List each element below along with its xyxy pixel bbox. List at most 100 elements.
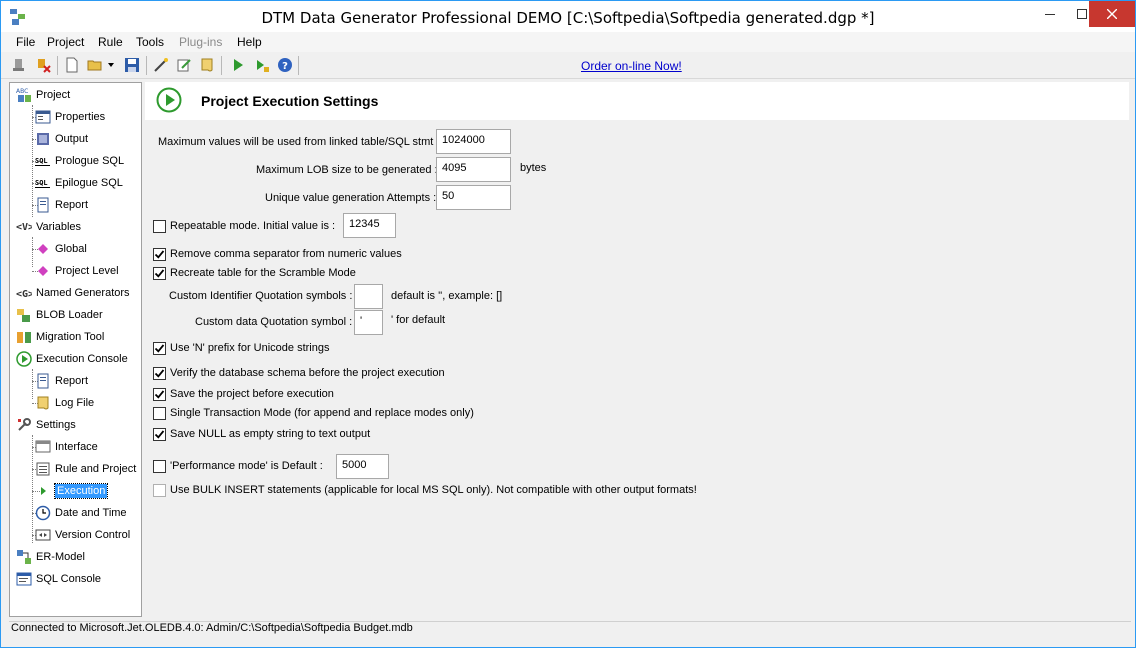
er-model-icon — [15, 549, 32, 566]
edit-icon[interactable] — [175, 56, 193, 74]
tree-item-properties[interactable]: Properties — [34, 107, 105, 127]
tree-item-output[interactable]: Output — [34, 129, 88, 149]
script-icon[interactable] — [198, 56, 216, 74]
tree-item-named-generators[interactable]: <G> Named Generators — [15, 283, 130, 303]
tree-item-rule-and-project[interactable]: Rule and Project — [34, 459, 136, 479]
tree-item-execution-console[interactable]: Execution Console — [15, 349, 128, 369]
max-values-input[interactable]: 1024000 — [436, 129, 511, 154]
ident-quote-input[interactable] — [354, 284, 383, 309]
tree-item-log-file[interactable]: Log File — [34, 393, 94, 413]
checkmark-icon[interactable] — [153, 266, 166, 280]
panel-header: Project Execution Settings — [145, 82, 1129, 120]
run-step-icon[interactable] — [253, 56, 271, 74]
tree-item-interface[interactable]: Interface — [34, 437, 98, 457]
remove-comma-checkbox[interactable]: Remove comma separator from numeric valu… — [153, 246, 402, 262]
tree-item-settings[interactable]: Settings — [15, 415, 76, 435]
navigation-tree[interactable]: ABC Project Properties Output SQL Prolog… — [9, 82, 142, 617]
tree-item-report[interactable]: Report — [34, 195, 88, 215]
tree-item-date-and-time[interactable]: Date and Time — [34, 503, 127, 523]
save-before-checkbox[interactable]: Save the project before execution — [153, 386, 334, 402]
settings-icon — [15, 417, 32, 434]
close-button[interactable] — [1089, 1, 1135, 27]
data-quote-input[interactable]: ' — [354, 310, 383, 335]
variables-icon: <V> — [15, 219, 32, 236]
tree-item-project[interactable]: ABC Project — [15, 85, 70, 105]
repeatable-mode-check[interactable] — [153, 219, 166, 233]
performance-mode-checkbox[interactable]: 'Performance mode' is Default : — [153, 458, 323, 474]
max-lob-input[interactable]: 4095 — [436, 157, 511, 182]
bulk-insert-checkbox: Use BULK INSERT statements (applicable f… — [153, 482, 697, 498]
help-icon[interactable]: ? — [276, 56, 294, 74]
bytes-unit-label: bytes — [520, 162, 547, 174]
version-icon — [34, 527, 51, 544]
tree-item-project-level[interactable]: Project Level — [34, 261, 119, 281]
report-icon — [34, 197, 51, 214]
app-window: DTM Data Generator Professional DEMO [C:… — [0, 0, 1136, 648]
tree-item-prologue-sql[interactable]: SQL Prologue SQL — [34, 151, 124, 171]
open-folder-icon[interactable] — [86, 56, 104, 74]
run-icon[interactable] — [229, 56, 247, 74]
n-prefix-checkbox[interactable]: Use 'N' prefix for Unicode strings — [153, 340, 329, 356]
ident-quote-hint: default is '', example: [] — [391, 290, 503, 302]
checkmark-icon[interactable] — [153, 247, 166, 261]
max-lob-label: Maximum LOB size to be generated : — [256, 164, 438, 176]
repeatable-mode-checkbox[interactable]: Repeatable mode. Initial value is : — [153, 218, 335, 234]
tree-item-execution[interactable]: Execution — [34, 481, 109, 501]
window-title: DTM Data Generator Professional DEMO [C:… — [261, 9, 875, 27]
recreate-table-checkbox[interactable]: Recreate table for the Scramble Mode — [153, 265, 356, 281]
tree-item-blob-loader[interactable]: BLOB Loader — [15, 305, 103, 325]
dropdown-arrow-icon[interactable] — [106, 56, 116, 74]
tree-item-version-control[interactable]: Version Control — [34, 525, 130, 545]
performance-value-input[interactable]: 5000 — [336, 454, 389, 479]
interface-icon — [34, 439, 51, 456]
new-file-icon[interactable] — [63, 56, 81, 74]
save-null-checkbox[interactable]: Save NULL as empty string to text output — [153, 426, 370, 442]
attempts-label: Unique value generation Attempts : — [265, 192, 437, 204]
data-quote-hint: ' for default — [391, 314, 446, 326]
save-icon[interactable] — [123, 56, 141, 74]
menu-project[interactable]: Project — [47, 35, 84, 49]
migration-icon — [15, 329, 32, 346]
title-bar: DTM Data Generator Professional DEMO [C:… — [1, 1, 1135, 32]
tree-item-sql-console[interactable]: SQL Console — [15, 569, 101, 589]
stamp-icon[interactable] — [11, 56, 29, 74]
performance-mode-check[interactable] — [153, 459, 166, 473]
ident-quote-label: Custom Identifier Quotation symbols : — [169, 290, 353, 302]
tree-item-epilogue-sql[interactable]: SQL Epilogue SQL — [34, 173, 123, 193]
svg-text:ABC: ABC — [16, 88, 28, 95]
menu-plugins: Plug-ins — [179, 35, 223, 49]
tree-item-er-model[interactable]: ER-Model — [15, 547, 85, 567]
tree-item-exec-report[interactable]: Report — [34, 371, 88, 391]
checkmark-icon[interactable] — [153, 341, 166, 355]
attempts-input[interactable]: 50 — [436, 185, 511, 210]
menu-rule[interactable]: Rule — [98, 35, 123, 49]
tree-item-migration-tool[interactable]: Migration Tool — [15, 327, 104, 347]
checkmark-icon[interactable] — [153, 366, 166, 380]
checkmark-icon[interactable] — [153, 427, 166, 441]
magic-icon[interactable] — [152, 56, 170, 74]
order-online-link[interactable]: Order on-line Now! — [581, 59, 682, 73]
menu-help[interactable]: Help — [237, 35, 262, 49]
menu-file[interactable]: File — [16, 35, 35, 49]
single-transaction-check[interactable] — [153, 406, 166, 420]
rule-icon — [34, 461, 51, 478]
checkmark-icon[interactable] — [153, 387, 166, 401]
report-icon — [34, 373, 51, 390]
variable-diamond-icon — [34, 263, 51, 280]
execution-settings-panel: Project Execution Settings Maximum value… — [145, 82, 1129, 617]
blob-loader-icon — [15, 307, 32, 324]
delete-rule-icon[interactable] — [34, 56, 52, 74]
repeatable-value-input[interactable]: 12345 — [343, 213, 396, 238]
menu-tools[interactable]: Tools — [136, 35, 164, 49]
verify-schema-checkbox[interactable]: Verify the database schema before the pr… — [153, 365, 445, 381]
tree-item-variables[interactable]: <V> Variables — [15, 217, 82, 237]
bulk-insert-check — [153, 483, 166, 497]
svg-text:?: ? — [282, 61, 288, 72]
project-icon: ABC — [15, 87, 32, 104]
max-values-label: Maximum values will be used from linked … — [158, 136, 440, 148]
generator-icon: <G> — [15, 285, 32, 302]
status-bar: Connected to Microsoft.Jet.OLEDB.4.0: Ad… — [9, 621, 1131, 637]
log-scroll-icon — [34, 395, 51, 412]
tree-item-global[interactable]: Global — [34, 239, 87, 259]
single-transaction-checkbox[interactable]: Single Transaction Mode (for append and … — [153, 405, 474, 421]
